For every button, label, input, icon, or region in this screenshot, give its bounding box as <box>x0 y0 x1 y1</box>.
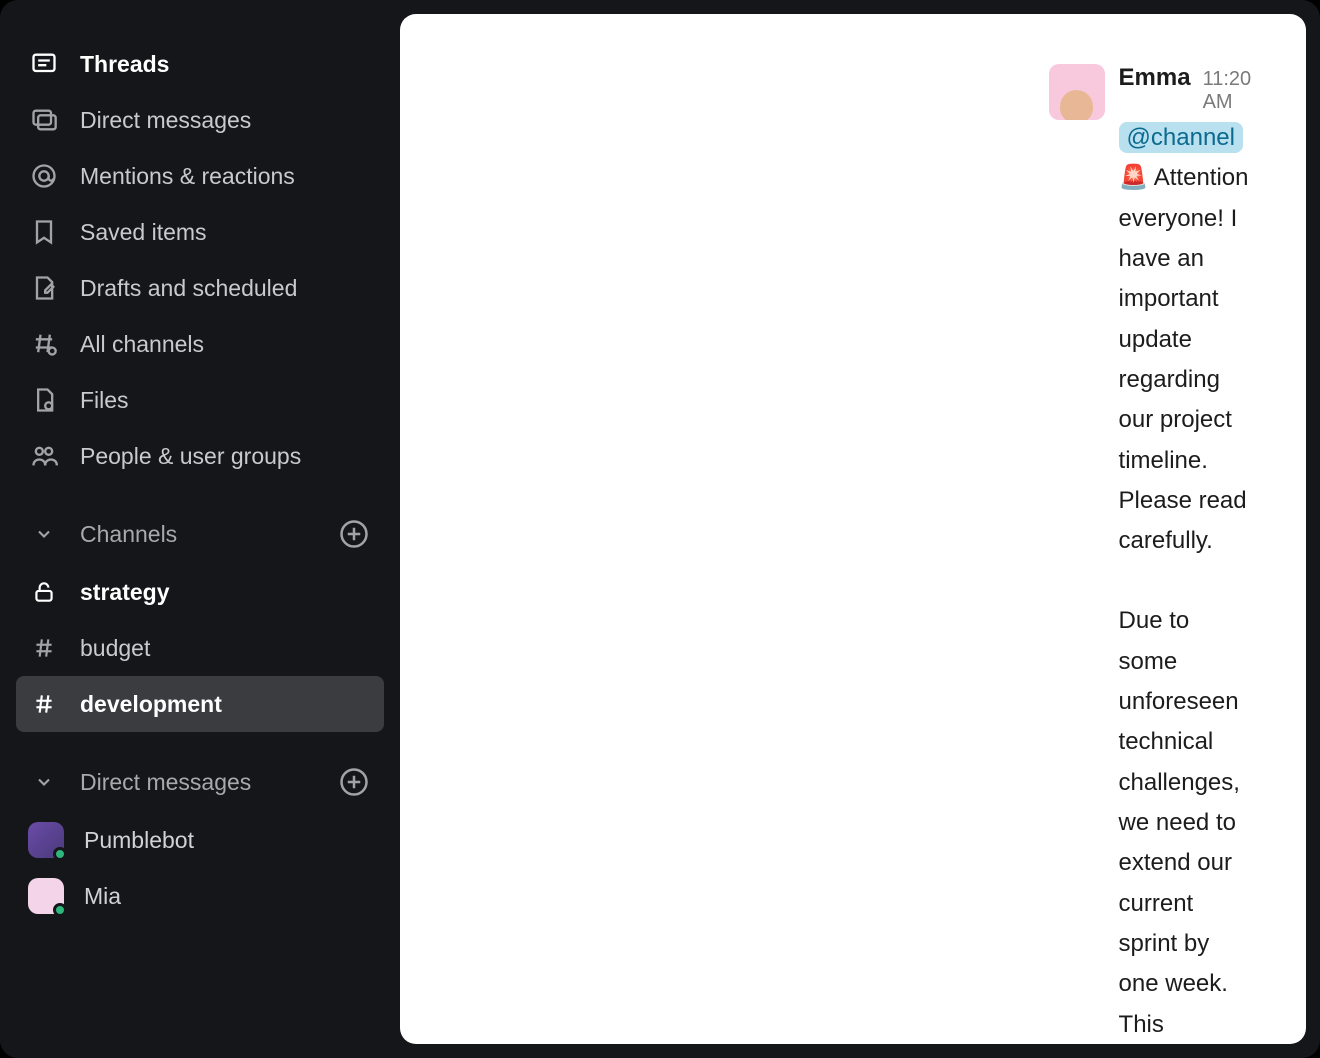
message: Emma 11:20 AM@channel 🚨 Attention everyon… <box>1035 52 1268 1044</box>
section-label: Channels <box>80 521 316 548</box>
hash-icon <box>28 632 60 664</box>
app-root: Threads Direct messages Mentions & react… <box>0 0 1320 1058</box>
nav-label: Threads <box>80 51 169 78</box>
channel-label: budget <box>80 635 150 662</box>
add-channel-button[interactable] <box>336 516 372 552</box>
message-list: Emma 11:20 AM@channel 🚨 Attention everyon… <box>1027 42 1276 1044</box>
main-panel: # development 50 <box>400 14 1306 1044</box>
draft-icon <box>28 272 60 304</box>
message-timestamp: 11:20 AM <box>1203 68 1254 114</box>
nav-saved[interactable]: Saved items <box>16 204 384 260</box>
nav-threads[interactable]: Threads <box>16 36 384 92</box>
hash-icon <box>28 688 60 720</box>
people-icon <box>28 440 60 472</box>
channel-budget[interactable]: budget <box>16 620 384 676</box>
nav-direct-messages[interactable]: Direct messages <box>16 92 384 148</box>
nav-label: People & user groups <box>80 443 301 470</box>
lock-icon <box>28 576 60 608</box>
nav-label: Drafts and scheduled <box>80 275 297 302</box>
channel-strategy[interactable]: strategy <box>16 564 384 620</box>
chevron-down-icon <box>28 766 60 798</box>
nav-label: Saved items <box>80 219 207 246</box>
nav-label: Files <box>80 387 129 414</box>
nav-label: Direct messages <box>80 107 251 134</box>
nav-drafts[interactable]: Drafts and scheduled <box>16 260 384 316</box>
dm-mia[interactable]: Mia <box>16 868 384 924</box>
presence-indicator <box>53 847 67 861</box>
nav-label: Mentions & reactions <box>80 163 295 190</box>
dm-label: Pumblebot <box>84 827 194 854</box>
sidebar: Threads Direct messages Mentions & react… <box>0 0 400 1058</box>
avatar <box>28 878 64 914</box>
channel-header: # development 50 <box>400 14 1306 1044</box>
section-label: Direct messages <box>80 769 316 796</box>
channels-header[interactable]: Channels <box>16 504 384 564</box>
all-channels-icon <box>28 328 60 360</box>
channel-label: development <box>80 691 222 718</box>
add-dm-button[interactable] <box>336 764 372 800</box>
message-header: Emma 11:20 AM <box>1119 64 1254 114</box>
dm-label: Mia <box>84 883 121 910</box>
nav-files[interactable]: Files <box>16 372 384 428</box>
dm-icon <box>28 104 60 136</box>
message-avatar[interactable] <box>1049 64 1105 120</box>
nav-people[interactable]: People & user groups <box>16 428 384 484</box>
message-author[interactable]: Emma <box>1119 64 1191 92</box>
presence-indicator <box>53 903 67 917</box>
nav-label: All channels <box>80 331 204 358</box>
chevron-down-icon <box>28 518 60 550</box>
dm-pumblebot[interactable]: Pumblebot <box>16 812 384 868</box>
at-icon <box>28 160 60 192</box>
nav-all-channels[interactable]: All channels <box>16 316 384 372</box>
message-body: Emma 11:20 AM@channel 🚨 Attention everyon… <box>1119 64 1254 1044</box>
channel-development[interactable]: development <box>16 676 384 732</box>
bookmark-icon <box>28 216 60 248</box>
message-text: @channel 🚨 Attention everyone! I have an… <box>1119 118 1254 1044</box>
mention[interactable]: @channel <box>1119 122 1243 153</box>
avatar <box>28 822 64 858</box>
nav-mentions[interactable]: Mentions & reactions <box>16 148 384 204</box>
threads-icon <box>28 48 60 80</box>
files-icon <box>28 384 60 416</box>
dm-header[interactable]: Direct messages <box>16 752 384 812</box>
channel-label: strategy <box>80 579 169 606</box>
